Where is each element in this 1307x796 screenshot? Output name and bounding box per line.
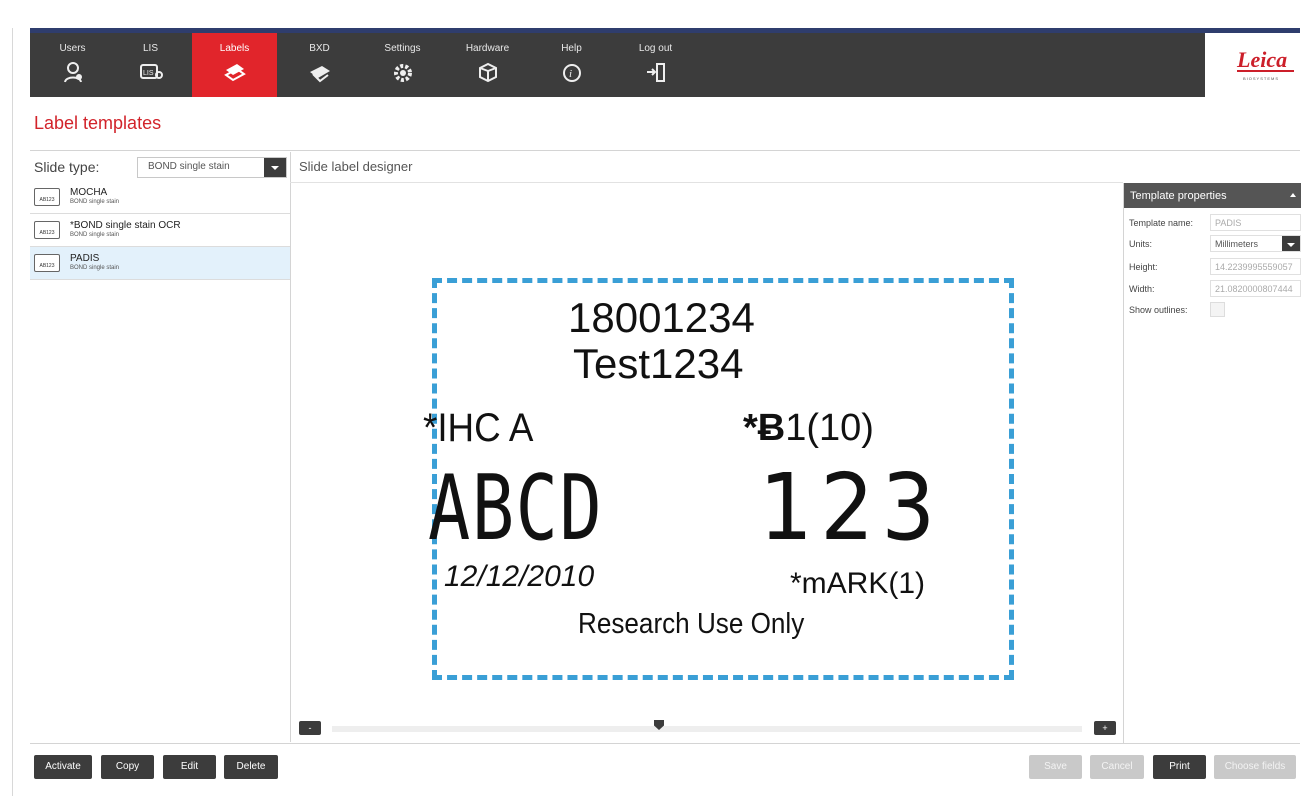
nav-item-label: Labels	[219, 43, 250, 54]
logout-icon	[646, 63, 665, 82]
units-label: Units:	[1129, 239, 1153, 249]
lis-icon: LIS	[139, 64, 163, 79]
slide-type-select[interactable]: BOND single stain	[137, 157, 287, 178]
nav-item-label: Settings	[384, 43, 421, 54]
label-field-date[interactable]: 12/12/2010	[444, 560, 594, 594]
slide-label-icon: AB123	[34, 254, 60, 272]
template-slide-type: BOND single stain	[70, 265, 120, 271]
nav-item-hardware[interactable]: Hardware	[445, 33, 530, 97]
slide-type-label: Slide type:	[34, 159, 100, 175]
show-outlines-label: Show outlines:	[1129, 305, 1188, 315]
copy-button[interactable]: Copy	[101, 755, 154, 779]
show-outlines-checkbox[interactable]	[1210, 302, 1225, 317]
nav-item-label: Hardware	[465, 43, 510, 54]
slide-type-value: BOND single stain	[148, 161, 230, 172]
template-name-label: Template name:	[1129, 218, 1194, 228]
width-label: Width:	[1129, 284, 1155, 294]
hardware-icon	[478, 62, 497, 83]
settings-gear-icon	[393, 64, 412, 82]
svg-text:LIS: LIS	[143, 70, 154, 77]
template-list-item-selected[interactable]: AB123 PADIS BOND single stain	[30, 247, 290, 280]
nav-item-lis[interactable]: LIS LIS	[108, 33, 193, 97]
template-name: MOCHA	[70, 187, 108, 198]
nav-item-settings[interactable]: Settings	[360, 33, 445, 97]
nav-item-help[interactable]: Help i	[529, 33, 614, 97]
save-button[interactable]: Save	[1029, 755, 1082, 779]
template-list-item[interactable]: AB123 MOCHA BOND single stain	[30, 181, 290, 214]
template-name-field[interactable]: PADIS	[1210, 214, 1301, 231]
nav-item-label: Users	[59, 43, 86, 54]
page-title: Label templates	[34, 113, 162, 133]
labels-icon	[223, 64, 246, 82]
users-icon	[63, 62, 82, 83]
width-field[interactable]: 21.0820000807444	[1210, 280, 1301, 297]
window-left-edge	[12, 28, 13, 796]
template-name: *BOND single stain OCR	[70, 220, 181, 231]
activate-button[interactable]: Activate	[34, 755, 92, 779]
template-list-item[interactable]: AB123 *BOND single stain OCR BOND single…	[30, 214, 290, 247]
bxd-icon	[309, 66, 330, 83]
label-field-barcode-text[interactable]: ABCD	[428, 456, 603, 561]
nav-item-labels[interactable]: Labels	[192, 33, 277, 97]
zoom-in-button[interactable]: +	[1094, 721, 1116, 735]
top-navigation-bar: Users LIS LIS Labels BXD Settings Hardwa…	[30, 33, 1300, 97]
nav-item-bxd[interactable]: BXD	[277, 33, 362, 97]
nav-item-label: Log out	[638, 43, 673, 54]
nav-item-label: LIS	[142, 43, 158, 54]
divider	[290, 182, 1123, 183]
zoom-out-button[interactable]: -	[299, 721, 321, 735]
label-field-case-number[interactable]: 18001234	[568, 294, 755, 342]
panel-divider	[290, 152, 291, 742]
divider	[30, 743, 1300, 744]
edit-button[interactable]: Edit	[163, 755, 216, 779]
template-name: PADIS	[70, 253, 100, 264]
label-field-mark[interactable]: *mARK(1)	[790, 567, 925, 601]
template-properties-panel: Template properties Template name: PADIS…	[1123, 183, 1301, 743]
nav-item-users[interactable]: Users	[30, 33, 115, 97]
svg-text:i: i	[569, 68, 572, 80]
label-field-footer[interactable]: Research Use Only	[578, 608, 804, 641]
template-list: AB123 MOCHA BOND single stain AB123 *BON…	[30, 181, 290, 280]
height-field[interactable]: 14.2239995559057	[1210, 258, 1301, 275]
chevron-down-icon[interactable]	[1282, 236, 1300, 251]
designer-title: Slide label designer	[299, 159, 413, 174]
slide-label-icon: AB123	[34, 188, 60, 206]
height-label: Height:	[1129, 262, 1158, 272]
nav-item-label: Help	[561, 43, 582, 54]
zoom-slider[interactable]	[332, 726, 1082, 732]
nav-item-logout[interactable]: Log out	[613, 33, 698, 97]
divider	[30, 150, 1300, 151]
properties-header[interactable]: Template properties	[1124, 183, 1301, 208]
units-select[interactable]: Millimeters	[1210, 235, 1301, 252]
chevron-up-icon[interactable]	[1290, 193, 1296, 197]
nav-item-label: BXD	[309, 43, 330, 54]
cancel-button[interactable]: Cancel	[1090, 755, 1144, 779]
template-slide-type: BOND single stain	[70, 232, 120, 238]
delete-button[interactable]: Delete	[224, 755, 278, 779]
leica-logo: Leica BIOSYSTEMS	[1205, 33, 1300, 97]
label-field-ihc[interactable]: *IHC A	[423, 406, 533, 451]
slide-label-icon: AB123	[34, 221, 60, 239]
template-slide-type: BOND single stain	[70, 199, 120, 205]
chevron-down-icon[interactable]	[264, 158, 286, 177]
help-icon: i	[562, 64, 581, 82]
print-button[interactable]: Print	[1153, 755, 1206, 779]
label-field-slide-id[interactable]: *Ƀ1(10)	[743, 407, 874, 450]
choose-fields-button[interactable]: Choose fields	[1214, 755, 1296, 779]
label-field-big-number[interactable]: 123	[759, 454, 943, 561]
label-field-test-name[interactable]: Test1234	[573, 340, 743, 388]
